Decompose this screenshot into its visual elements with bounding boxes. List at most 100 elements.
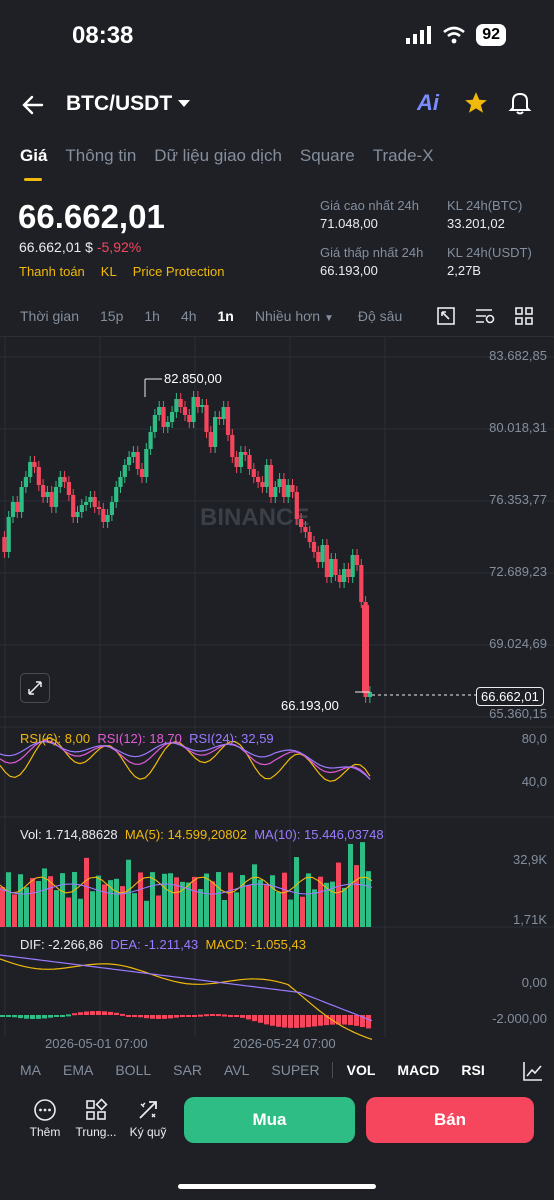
candle [96, 507, 102, 509]
back-arrow-icon[interactable] [18, 90, 48, 120]
status-icons: 92 [406, 24, 506, 46]
candle [238, 452, 243, 467]
macd-histogram-bar [60, 1015, 65, 1017]
rsi24-line [0, 741, 371, 780]
candle [23, 477, 28, 487]
current-price-tag: 66.662,01 [476, 687, 544, 706]
volume-bar [216, 872, 221, 927]
interval-depth[interactable]: Độ sâu [358, 308, 402, 324]
volume-bar [12, 894, 17, 927]
grid-layout-icon[interactable] [514, 306, 534, 326]
low-marker-label: 66.193,00 [281, 698, 339, 713]
link-kl[interactable]: KL [101, 264, 117, 279]
interval-more[interactable]: Nhiều hơn ▼ [255, 308, 334, 324]
candle [290, 485, 295, 492]
candle [217, 417, 222, 419]
interval-1d[interactable]: 1n [218, 308, 234, 324]
candle [329, 559, 334, 577]
volume-bar [198, 888, 203, 927]
candle [49, 492, 54, 507]
candle [268, 465, 274, 497]
rsi12-label: RSI(12): 18,70 [97, 731, 182, 746]
indicator-boll[interactable]: BOLL [115, 1062, 151, 1078]
interval-4h[interactable]: 4h [181, 308, 197, 324]
candle [256, 477, 261, 482]
candle [286, 485, 291, 497]
candle [75, 512, 80, 517]
volume-bar [210, 881, 215, 927]
stat-vol-btc-label: KL 24h(BTC) [447, 198, 523, 213]
candle [247, 455, 252, 469]
volume-bar [300, 896, 305, 927]
dea-line [0, 954, 373, 1022]
center-action[interactable]: Trung... [71, 1098, 121, 1139]
interval-15m[interactable]: 15p [100, 308, 123, 324]
candle [294, 492, 299, 519]
candle [337, 575, 342, 582]
caret-down-icon [178, 100, 191, 107]
indicator-super[interactable]: SUPER [271, 1062, 333, 1078]
margin-action[interactable]: Ký quỹ [123, 1098, 173, 1139]
candle [273, 487, 278, 497]
candle [84, 502, 89, 505]
volume-bar [102, 884, 107, 927]
volume-bar [342, 887, 347, 927]
link-price-protection[interactable]: Price Protection [133, 264, 225, 279]
interval-time[interactable]: Thời gian [20, 308, 79, 324]
tab-info[interactable]: Thông tin [65, 146, 136, 166]
macd-histogram-bar [144, 1015, 149, 1019]
indicator-settings-icon[interactable] [474, 306, 496, 326]
ai-button[interactable]: Ai [417, 90, 439, 116]
price-axis-2: 76.353,77 [489, 492, 547, 507]
vol-axis-bottom: 1,71K [513, 912, 547, 927]
macd-histogram-bar [36, 1015, 41, 1019]
buy-button[interactable]: Mua [184, 1097, 355, 1143]
candle [213, 417, 218, 447]
interval-bar: Thời gian 15p 1h 4h 1n Nhiều hơn ▼ Độ sâ… [20, 308, 423, 324]
link-payment[interactable]: Thanh toán [19, 264, 85, 279]
expand-chart-button[interactable] [20, 673, 50, 703]
indicator-avl[interactable]: AVL [224, 1062, 249, 1078]
more-action[interactable]: Thêm [20, 1098, 70, 1139]
indicator-rsi[interactable]: RSI [461, 1062, 484, 1078]
candle [204, 405, 209, 432]
fullscreen-icon[interactable] [436, 306, 456, 326]
candle [182, 407, 188, 415]
candle [45, 492, 50, 497]
candle [225, 407, 231, 435]
indicator-sar[interactable]: SAR [173, 1062, 202, 1078]
tab-trading-data[interactable]: Dữ liệu giao dịch [154, 146, 282, 166]
candle [316, 552, 321, 562]
volume-bar [96, 875, 101, 927]
indicator-macd[interactable]: MACD [397, 1062, 439, 1078]
tab-trade-x[interactable]: Trade-X [373, 146, 434, 166]
indicator-ema[interactable]: EMA [63, 1062, 93, 1078]
tab-price[interactable]: Giá [20, 146, 47, 166]
volume-bar [204, 873, 209, 927]
volume-bar [18, 874, 23, 927]
indicator-ma[interactable]: MA [20, 1062, 41, 1078]
candle [2, 537, 7, 552]
indicator-vol[interactable]: VOL [347, 1062, 376, 1078]
main-tabs: Giá Thông tin Dữ liệu giao dịch Square T… [20, 146, 452, 166]
pair-selector[interactable]: BTC/USDT [66, 92, 191, 116]
candle [230, 435, 235, 457]
interval-1h[interactable]: 1h [144, 308, 160, 324]
candle [15, 502, 20, 512]
margin-label: Ký quỹ [129, 1125, 167, 1139]
volume-bar [0, 887, 5, 927]
bell-icon[interactable] [508, 90, 532, 116]
date-label-0: 2026-05-01 07:00 [45, 1036, 148, 1051]
stat-low-label: Giá thấp nhất 24h [320, 245, 424, 260]
macd-histogram-bar [84, 1011, 89, 1015]
pair-title: BTC/USDT [66, 92, 173, 115]
candle [66, 482, 71, 495]
chart-type-icon[interactable] [522, 1060, 544, 1082]
volume-bar [252, 864, 257, 927]
star-favorite-icon[interactable] [463, 90, 489, 116]
signal-icon [406, 26, 432, 44]
macd-histogram-bar [306, 1015, 311, 1028]
sell-button[interactable]: Bán [366, 1097, 534, 1143]
stat-vol-btc: KL 24h(BTC) 33.201,02 [447, 198, 522, 231]
tab-square[interactable]: Square [300, 146, 355, 166]
